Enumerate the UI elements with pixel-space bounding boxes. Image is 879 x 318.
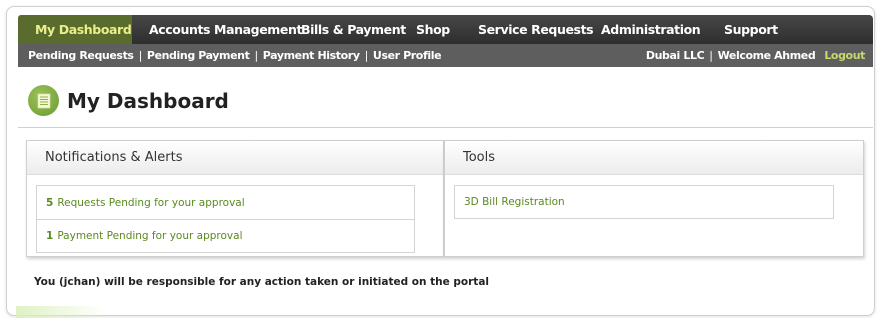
separator: | [709,49,713,62]
tab-bills-payment[interactable]: Bills & Payment [284,15,406,44]
tools-title: Tools [445,141,863,175]
tab-support[interactable]: Support [707,15,797,44]
sub-navigation: Pending Requests | Pending Payment | Pay… [18,44,873,67]
logout-link[interactable]: Logout [824,49,865,62]
separator: | [138,49,143,62]
subnav-pending-payment[interactable]: Pending Payment [147,49,250,62]
tools-list: 3D Bill Registration [454,185,834,219]
subnav-links: Pending Requests | Pending Payment | Pay… [28,49,442,62]
tool-3d-bill-registration[interactable]: 3D Bill Registration [464,196,565,208]
header-divider [18,127,873,128]
separator: | [364,49,369,62]
page-header: My Dashboard [28,85,229,116]
subnav-payment-history[interactable]: Payment History [263,49,360,62]
page-title: My Dashboard [67,88,229,113]
footer-decoration [16,306,106,318]
user-info: Dubai LLC | Welcome Ahmed Logout [645,49,866,62]
alert-pending-requests[interactable]: 5 Requests Pending for your approval [37,186,414,219]
responsibility-disclaimer: You (jchan) will be responsible for any … [34,276,490,288]
alert-count: 1 [46,230,54,242]
tab-accounts-management[interactable]: Accounts Management [132,15,302,44]
alert-text: Requests Pending for your approval [57,196,245,209]
alert-pending-payment[interactable]: 1 Payment Pending for your approval [37,219,414,252]
welcome-text: Welcome Ahmed [717,49,816,62]
notifications-panel: Notifications & Alerts 5 Requests Pendin… [26,140,444,257]
tab-service-requests[interactable]: Service Requests [461,15,594,44]
main-navigation: My Dashboard Accounts Management Bills &… [18,15,873,44]
subnav-user-profile[interactable]: User Profile [373,49,442,62]
alerts-list: 5 Requests Pending for your approval 1 P… [36,185,415,253]
subnav-pending-requests[interactable]: Pending Requests [28,49,134,62]
dashboard-document-icon [28,85,59,116]
alert-text: Payment Pending for your approval [57,230,243,242]
separator: | [254,49,258,62]
tools-panel: Tools 3D Bill Registration [444,140,864,257]
tab-shop[interactable]: Shop [399,15,461,44]
notifications-title: Notifications & Alerts [27,141,443,175]
tab-administration[interactable]: Administration [584,15,707,44]
alert-count: 5 [46,196,54,209]
tab-my-dashboard[interactable]: My Dashboard [18,15,132,44]
company-name: Dubai LLC [645,49,705,62]
